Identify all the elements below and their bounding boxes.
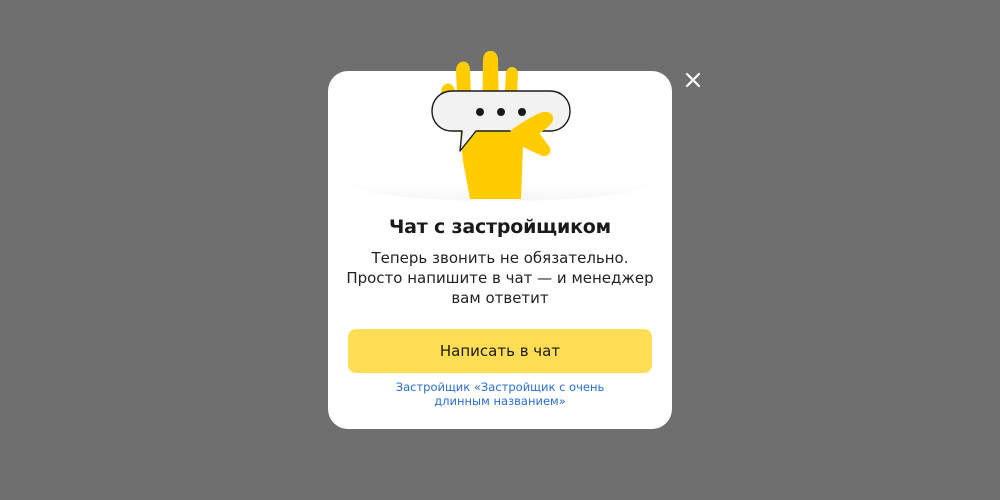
modal-description: Теперь звонить не обязательно. Просто на…	[346, 249, 654, 307]
developer-link[interactable]: Застройщик «Застройщик с очень длинным н…	[368, 380, 632, 408]
close-icon	[685, 72, 701, 88]
modal-title: Чат с застройщиком	[389, 216, 611, 238]
write-to-chat-button[interactable]: Написать в чат	[348, 329, 652, 373]
close-button[interactable]	[681, 68, 705, 92]
hand-chat-bubble-icon	[431, 51, 571, 199]
chat-modal: Чат с застройщиком Теперь звонить не обя…	[328, 51, 672, 429]
